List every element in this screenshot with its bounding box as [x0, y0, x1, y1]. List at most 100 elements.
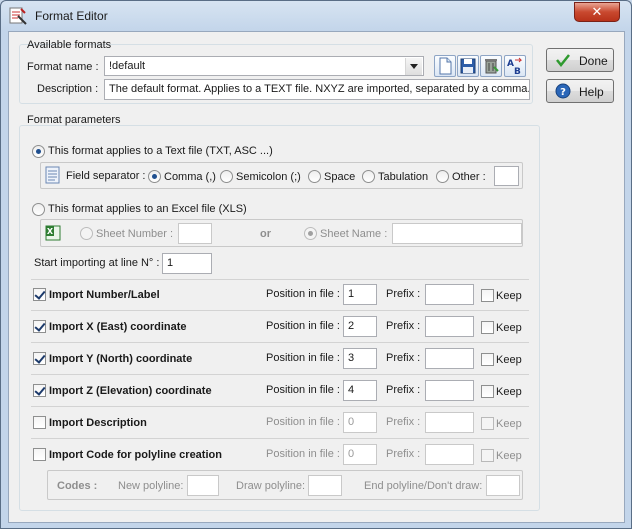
svg-text:?: ? — [560, 87, 566, 98]
sheet-number-radio[interactable] — [80, 227, 93, 240]
help-button[interactable]: ? Help — [546, 79, 614, 103]
import-code-keep-checkbox[interactable] — [481, 449, 494, 462]
import-code-checkbox[interactable] — [33, 448, 46, 461]
import-description-checkbox[interactable] — [33, 416, 46, 429]
window-title: Format Editor — [35, 9, 108, 23]
chevron-down-icon[interactable] — [405, 58, 422, 75]
app-icon — [9, 7, 27, 25]
checkmark-icon — [556, 54, 570, 68]
svg-text:B: B — [514, 67, 521, 76]
prefix-label: Prefix : — [386, 352, 421, 364]
import-z-position-input[interactable]: 4 — [343, 380, 377, 401]
import-description-label: Import Description — [49, 417, 147, 429]
import-number-position-input[interactable]: 1 — [343, 284, 377, 305]
separator-other-label: Other : — [452, 171, 486, 183]
text-file-radio[interactable] — [32, 145, 45, 158]
end-polyline-input[interactable] — [486, 475, 520, 496]
excel-file-radio[interactable] — [32, 203, 45, 216]
format-name-label: Format name : — [27, 61, 99, 73]
keep-label: Keep — [496, 322, 522, 334]
sheet-number-input[interactable] — [178, 223, 212, 244]
description-input[interactable]: The default format. Applies to a TEXT fi… — [104, 79, 530, 100]
position-label: Position in file : — [266, 352, 340, 364]
import-code-position-input[interactable]: 0 — [343, 444, 377, 465]
import-description-position-input[interactable]: 0 — [343, 412, 377, 433]
position-label: Position in file : — [266, 416, 340, 428]
position-label: Position in file : — [266, 288, 340, 300]
delete-icon — [485, 59, 499, 74]
import-number-prefix-input[interactable] — [425, 284, 474, 305]
separator-other-input[interactable] — [494, 166, 519, 186]
title-bar[interactable]: Format Editor ✕ — [1, 1, 631, 31]
help-label: Help — [579, 85, 604, 99]
svg-text:A: A — [507, 59, 514, 69]
done-button[interactable]: Done — [546, 48, 614, 72]
format-editor-window: Format Editor ✕ Available formats Format… — [0, 0, 632, 529]
separator-other-radio[interactable] — [436, 170, 449, 183]
import-z-prefix-input[interactable] — [425, 380, 474, 401]
prefix-label: Prefix : — [386, 288, 421, 300]
position-label: Position in file : — [266, 448, 340, 460]
import-x-checkbox[interactable] — [33, 320, 46, 333]
separator-comma-radio[interactable] — [148, 170, 161, 183]
codes-label: Codes : — [57, 480, 98, 492]
svg-text:X: X — [47, 227, 54, 236]
close-button[interactable]: ✕ — [574, 2, 620, 22]
rename-icon: A B — [507, 57, 523, 77]
separator-semicolon-radio[interactable] — [220, 170, 233, 183]
prefix-label: Prefix : — [386, 448, 421, 460]
import-number-keep-checkbox[interactable] — [481, 289, 494, 302]
position-label: Position in file : — [266, 320, 340, 332]
row-divider — [31, 279, 529, 280]
position-label: Position in file : — [266, 384, 340, 396]
sheet-name-input[interactable] — [392, 223, 522, 244]
import-y-keep-checkbox[interactable] — [481, 353, 494, 366]
import-description-keep-checkbox[interactable] — [481, 417, 494, 430]
separator-tabulation-label: Tabulation — [378, 171, 429, 183]
help-icon: ? — [555, 83, 571, 99]
import-number-label: Import Number/Label — [49, 289, 160, 301]
import-y-prefix-input[interactable] — [425, 348, 474, 369]
rename-format-button[interactable]: A B — [504, 55, 526, 77]
keep-label: Keep — [496, 450, 522, 462]
keep-label: Keep — [496, 418, 522, 430]
text-file-icon — [45, 166, 60, 184]
separator-tabulation-radio[interactable] — [362, 170, 375, 183]
start-line-label: Start importing at line N° : — [34, 257, 160, 269]
import-z-checkbox[interactable] — [33, 384, 46, 397]
import-number-checkbox[interactable] — [33, 288, 46, 301]
delete-format-button[interactable] — [480, 55, 502, 77]
done-label: Done — [579, 54, 608, 68]
start-line-input[interactable]: 1 — [162, 253, 212, 274]
separator-space-radio[interactable] — [308, 170, 321, 183]
text-file-option-label: This format applies to a Text file (TXT,… — [48, 145, 273, 157]
import-code-prefix-input[interactable] — [425, 444, 474, 465]
import-z-keep-checkbox[interactable] — [481, 385, 494, 398]
import-description-prefix-input[interactable] — [425, 412, 474, 433]
import-x-prefix-input[interactable] — [425, 316, 474, 337]
row-divider — [31, 310, 529, 311]
save-format-button[interactable] — [457, 55, 479, 77]
sheet-name-radio[interactable] — [304, 227, 317, 240]
row-divider — [31, 374, 529, 375]
separator-space-label: Space — [324, 171, 356, 183]
format-name-combobox[interactable]: !default — [104, 56, 424, 76]
new-polyline-input[interactable] — [187, 475, 219, 496]
new-format-button[interactable] — [434, 55, 456, 77]
description-label: Description : — [37, 83, 99, 95]
format-name-value: !default — [109, 60, 146, 72]
sheet-name-label: Sheet Name : — [320, 228, 388, 240]
import-code-label: Import Code for polyline creation — [49, 449, 222, 461]
draw-polyline-input[interactable] — [308, 475, 342, 496]
import-z-label: Import Z (Elevation) coordinate — [49, 385, 212, 397]
save-icon — [460, 58, 476, 74]
import-x-keep-checkbox[interactable] — [481, 321, 494, 334]
import-x-position-input[interactable]: 2 — [343, 316, 377, 337]
import-y-checkbox[interactable] — [33, 352, 46, 365]
keep-label: Keep — [496, 290, 522, 302]
import-y-position-input[interactable]: 3 — [343, 348, 377, 369]
sheet-number-label: Sheet Number : — [96, 228, 174, 240]
end-polyline-label: End polyline/Don't draw: — [364, 480, 483, 492]
field-separator-label: Field separator : — [66, 170, 146, 182]
prefix-label: Prefix : — [386, 384, 421, 396]
